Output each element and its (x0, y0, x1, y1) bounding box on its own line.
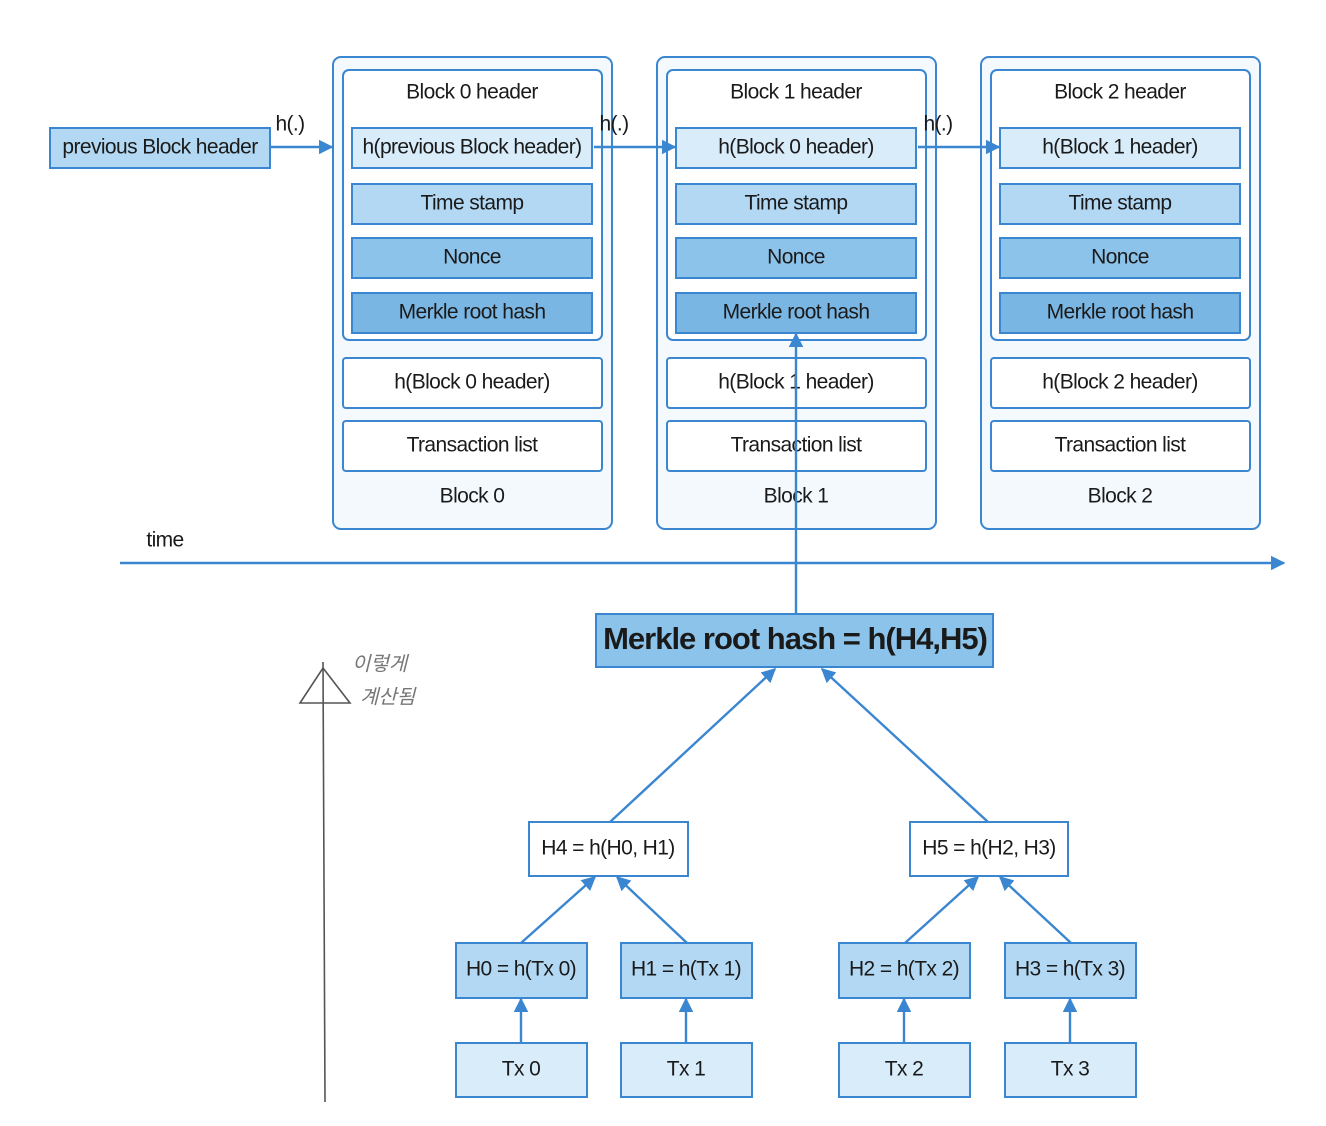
edge-h0-h4 (520, 876, 597, 944)
note-line-1: 이렇게 (352, 652, 410, 676)
field-label: h(Block 1 header) (1042, 136, 1198, 159)
merkle-root-box: Merkle root hash = h(H4,H5) (595, 613, 994, 668)
edge-h3-h5 (998, 876, 1072, 944)
field-label: Merkle root hash (723, 301, 870, 324)
block-label: Block 0 (440, 485, 505, 508)
transaction-label: Tx 3 (1051, 1058, 1089, 1081)
leaf-0: H0 = h(Tx 0) Tx 0 (455, 942, 588, 1098)
edge-h5-root (820, 668, 989, 823)
field-label: Transaction list (407, 434, 539, 457)
field-label: Merkle root hash (399, 301, 546, 324)
node-label: H1 = h(Tx 1) (631, 958, 741, 981)
edge-h1-h4 (615, 876, 688, 944)
node-label: H4 = h(H0, H1) (541, 837, 674, 860)
block-2: Block 2 header h(Block 1 header) Time stam… (918, 56, 1261, 530)
field-label: Time stamp (1069, 192, 1172, 215)
leaf-1: H1 = h(Tx 1) Tx 1 (620, 942, 753, 1098)
note-line-2: 계산됨 (360, 685, 417, 709)
node-h4: H4 = h(H0, H1) (528, 821, 689, 877)
edge-h4-root (609, 668, 777, 823)
field-label: Time stamp (745, 192, 848, 215)
field-label: h(previous Block header) (362, 136, 581, 159)
hash-function-label: h(.) (923, 113, 952, 136)
node-label: H2 = h(Tx 2) (849, 958, 959, 981)
blockchain-merkle-diagram: previous Block header Block 0 header h(pr… (49, 56, 1286, 1103)
node-label: H3 = h(Tx 3) (1015, 958, 1125, 981)
block-header-title: Block 1 header (730, 81, 862, 104)
previous-block-label: previous Block header (62, 136, 258, 159)
field-label: Transaction list (1055, 434, 1187, 457)
leaf-2: H2 = h(Tx 2) Tx 2 (838, 942, 971, 1098)
pencil-arrow-shaft (322, 661, 326, 1103)
field-label: h(Block 0 header) (718, 136, 874, 159)
time-label: time (146, 529, 183, 552)
field-label: h(Block 2 header) (1042, 371, 1198, 394)
field-label: Nonce (767, 246, 825, 269)
block-0: Block 0 header h(previous Block header) Ti… (270, 56, 613, 530)
hash-function-label: h(.) (275, 113, 304, 136)
field-label: Merkle root hash (1047, 301, 1194, 324)
block-1: Block 1 header h(Block 0 header) Time stam… (594, 56, 937, 530)
transaction-label: Tx 0 (502, 1058, 540, 1081)
transaction-label: Tx 1 (667, 1058, 705, 1081)
hash-function-label: h(.) (599, 113, 628, 136)
node-h5: H5 = h(H2, H3) (909, 821, 1069, 877)
block-header-title: Block 2 header (1054, 81, 1186, 104)
field-label: h(Block 0 header) (394, 371, 550, 394)
transaction-label: Tx 2 (885, 1058, 923, 1081)
leaf-3: H3 = h(Tx 3) Tx 3 (1004, 942, 1137, 1098)
field-label: Nonce (1091, 246, 1149, 269)
pencil-arrow-head-icon (298, 666, 352, 704)
node-label: H0 = h(Tx 0) (466, 958, 576, 981)
handwritten-annotation: 이렇게 계산됨 (298, 652, 417, 1103)
node-label: H5 = h(H2, H3) (922, 837, 1055, 860)
block-header-title: Block 0 header (406, 81, 538, 104)
merkle-root-label: Merkle root hash = h(H4,H5) (603, 621, 987, 656)
edge-h2-h5 (904, 876, 980, 944)
field-label: Nonce (443, 246, 501, 269)
previous-block-header: previous Block header (49, 127, 271, 169)
field-label: Time stamp (421, 192, 524, 215)
block-label: Block 2 (1088, 485, 1153, 508)
